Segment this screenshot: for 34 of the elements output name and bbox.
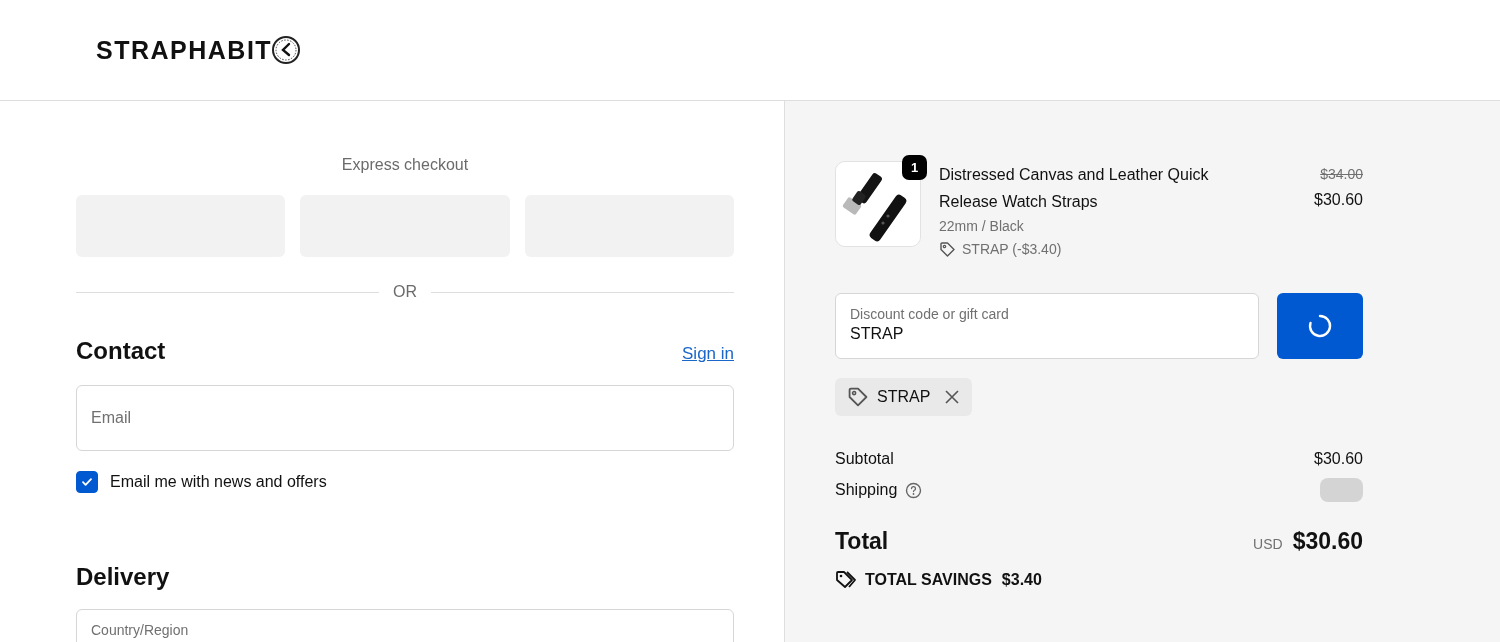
product-name: Distressed Canvas and Leather Quick Release Watch Straps — [939, 165, 1210, 212]
section-label: Express checkout — [340, 156, 470, 174]
shipping-label: Shipping — [835, 481, 898, 499]
sign-in-link[interactable]: Sign in — [682, 344, 734, 364]
country-select[interactable]: Country/Region — [76, 609, 734, 642]
help-icon — [905, 481, 923, 499]
savings-label: TOTAL SAVINGS — [865, 571, 992, 589]
discount-label: STRAP (-$3.40) — [962, 240, 1062, 259]
subtotal-label: Subtotal — [835, 450, 894, 468]
divider-label: OR — [393, 283, 417, 301]
discount-code-field[interactable]: Discount code or gift card STRAP — [835, 293, 1259, 359]
checkbox-label: Email me with news and offers — [110, 473, 327, 491]
email-field[interactable]: Email — [76, 385, 734, 451]
quantity-badge: 1 — [902, 155, 927, 180]
spinner-icon — [1307, 313, 1333, 339]
tags-icon — [835, 569, 857, 591]
total-amount: $30.60 — [1292, 528, 1363, 555]
subtotal-value: $30.60 — [1314, 450, 1363, 468]
check-icon — [80, 475, 94, 489]
section-heading: Contact — [76, 337, 166, 365]
price: $30.60 — [1314, 190, 1363, 210]
total-label: Total — [835, 528, 889, 555]
apply-button[interactable] — [1277, 293, 1363, 359]
tag-icon — [939, 241, 956, 258]
tag-icon — [847, 386, 869, 408]
store-logo[interactable]: STRAPHABIT — [96, 35, 273, 65]
checkbox[interactable] — [76, 471, 98, 493]
watch-logo-icon — [271, 35, 302, 65]
discount-code: STRAP — [877, 388, 931, 406]
original-price: $34.00 — [1320, 166, 1363, 182]
savings-amount: $3.40 — [1001, 571, 1042, 589]
section-heading: Delivery — [76, 563, 170, 591]
currency-code: USD — [1253, 536, 1283, 552]
product-variant: 22mm / Black — [939, 217, 1025, 236]
